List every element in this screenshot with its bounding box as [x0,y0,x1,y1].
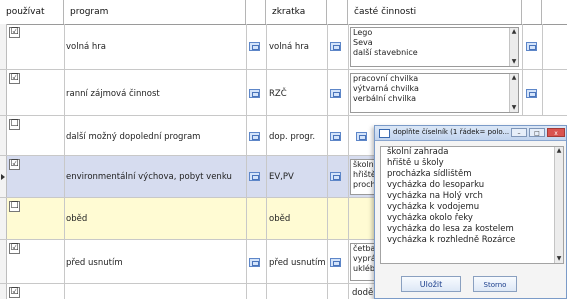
activities-cell[interactable]: doděl [352,288,376,298]
use-checkbox[interactable]: ☐ [9,201,20,212]
program-picker-icon[interactable] [249,89,260,98]
zkratka-picker-icon[interactable] [330,42,341,51]
save-button[interactable]: Uložit [401,276,461,292]
dialog-title: doplňte číselník (1 řádek= polo... [393,128,510,136]
table-row[interactable]: ☑ ranní zájmová činnost RZČ pracovní chv… [0,70,567,116]
current-row-indicator[interactable] [0,156,7,197]
header-zkratka[interactable]: zkratka [266,0,327,24]
list-item[interactable]: vycházka k vodojemu [381,202,563,213]
header-caste-cinnosti[interactable]: časté činnosti [348,0,522,24]
zkratka-picker-icon[interactable] [330,89,341,98]
list-item[interactable]: vycházka k rozhledně Rozárce [381,235,563,246]
row-selector[interactable] [0,70,7,115]
activities-picker-icon[interactable] [526,89,537,98]
zkratka-cell[interactable]: EV,PV [269,172,294,182]
list-item[interactable]: vycházka okolo řeky [381,213,563,224]
list-item[interactable]: školní zahrada [381,147,563,158]
list-item[interactable]: Lego [351,28,518,38]
list-item[interactable]: vycházka do lesoparku [381,180,563,191]
header-spacer-2 [327,0,348,24]
scroll-up-icon[interactable]: ▲ [510,28,518,36]
list-item[interactable]: další stavebnice [351,48,518,58]
program-picker-icon[interactable] [249,172,260,181]
zkratka-picker-icon[interactable] [330,258,341,267]
use-checkbox[interactable]: ☑ [9,27,20,38]
header-program[interactable]: program [64,0,246,24]
window-icon [379,129,390,138]
program-cell[interactable]: environmentální výchova, pobyt venku [66,172,232,182]
zkratka-cell[interactable]: před usnutím [269,258,326,268]
activities-picker-icon[interactable] [526,42,537,51]
row-selector[interactable] [0,284,7,299]
table-row[interactable]: ☑ volná hra volná hra Lego Seva další st… [0,24,567,70]
cancel-button[interactable]: Storno [473,276,517,292]
dialog-titlebar[interactable]: doplňte číselník (1 řádek= polo... – □ x [375,126,566,141]
list-item[interactable]: pracovní chvilka [351,74,518,84]
header-spacer-4 [542,0,567,24]
maximize-icon[interactable]: □ [529,128,545,137]
header-spacer-3 [522,0,542,24]
scroll-up-icon[interactable]: ▲ [510,74,518,82]
use-checkbox[interactable]: ☐ [9,119,20,130]
lookup-dialog[interactable]: doplňte číselník (1 řádek= polo... – □ x… [374,125,567,299]
zkratka-cell[interactable]: RZČ [269,89,287,99]
program-cell[interactable]: ranní zájmová činnost [66,89,160,99]
activities-listbox[interactable]: pracovní chvilka výtvarná chvilka verbál… [350,73,519,113]
list-item[interactable]: výtvarná chvilka [351,84,518,94]
list-item[interactable]: hřiště u školy [381,158,563,169]
row-selector[interactable] [0,24,7,69]
list-item[interactable]: vycházka do lesa za kostelem [381,224,563,235]
program-cell[interactable]: oběd [66,214,87,224]
scroll-down-icon[interactable]: ▼ [510,58,518,66]
zkratka-picker-icon[interactable] [330,172,341,181]
list-item[interactable]: vycházka na Holý vrch [381,191,563,202]
use-checkbox[interactable]: ☑ [9,287,20,298]
minimize-icon[interactable]: – [511,128,527,137]
scroll-up-icon[interactable]: ▲ [555,147,563,155]
program-cell[interactable]: další možný dopolední program [66,132,200,142]
header-spacer-1 [246,0,266,24]
header-pouzivat[interactable]: používat [0,0,64,24]
list-item[interactable]: verbální chvilka [351,94,518,104]
activities-listbox[interactable]: Lego Seva další stavebnice ▲ ▼ [350,27,519,67]
row-selector[interactable] [0,240,7,283]
zkratka-cell[interactable]: dop. progr. [269,132,315,142]
list-item[interactable]: Seva [351,38,518,48]
use-checkbox[interactable]: ☑ [9,73,20,84]
row-selector[interactable] [0,116,7,155]
lookup-textarea[interactable]: školní zahrada hřiště u školy procházka … [380,146,564,264]
listbox-scrollbar[interactable]: ▲ ▼ [509,74,518,112]
program-picker-icon[interactable] [249,42,260,51]
scroll-down-icon[interactable]: ▼ [555,255,563,263]
program-picker-icon[interactable] [249,258,260,267]
list-item[interactable]: procházka sídlištěm [381,169,563,180]
zkratka-cell[interactable]: oběd [269,214,290,224]
use-checkbox[interactable]: ☑ [9,243,20,254]
program-cell[interactable]: volná hra [66,42,106,52]
activities-picker-icon[interactable] [356,132,367,141]
grid-header: používat program zkratka časté činnosti [0,0,567,25]
textarea-scrollbar[interactable]: ▲ ▼ [554,147,563,263]
close-icon[interactable]: x [547,128,565,137]
zkratka-cell[interactable]: volná hra [269,42,309,52]
row-selector[interactable] [0,198,7,239]
zkratka-picker-icon[interactable] [330,132,341,141]
program-picker-icon[interactable] [249,132,260,141]
program-cell[interactable]: před usnutím [66,258,123,268]
listbox-scrollbar[interactable]: ▲ ▼ [509,28,518,66]
scroll-down-icon[interactable]: ▼ [510,104,518,112]
use-checkbox[interactable]: ☑ [9,159,20,170]
